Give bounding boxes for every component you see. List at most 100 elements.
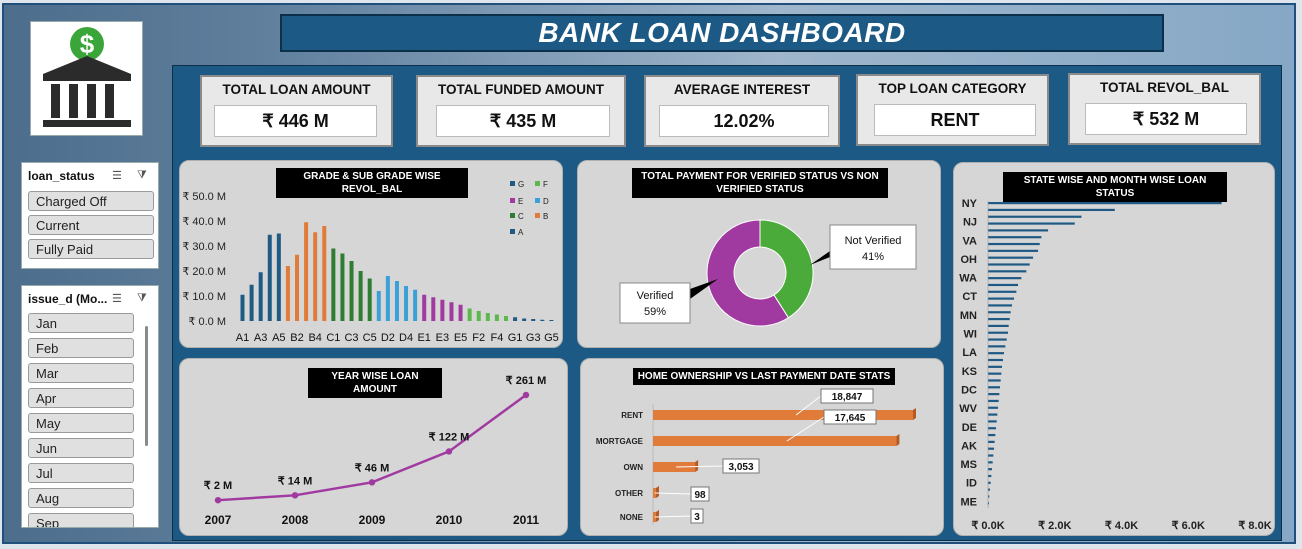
data-label: 3 bbox=[694, 512, 700, 523]
grade-bar bbox=[431, 297, 436, 321]
data-label: ₹ 14 M bbox=[278, 475, 313, 487]
slicer-item-sep[interactable]: Sep bbox=[28, 513, 134, 527]
state-bar bbox=[988, 208, 1115, 212]
grade-bar bbox=[485, 313, 490, 321]
state-bar bbox=[988, 256, 1034, 259]
slicer-item-jul[interactable]: Jul bbox=[28, 463, 134, 483]
grade-bar bbox=[295, 254, 300, 321]
x-tick-label: F2 bbox=[472, 332, 485, 344]
grade-bar bbox=[276, 233, 281, 321]
bar-side bbox=[656, 510, 659, 522]
data-point bbox=[291, 492, 299, 499]
data-label: 3,053 bbox=[728, 462, 753, 473]
y-tick-label: WA bbox=[959, 273, 977, 285]
y-tick-label: NJ bbox=[963, 217, 977, 229]
loan-status-slicer: loan_status ☰ ⧩ Charged Off Current Full… bbox=[21, 162, 159, 269]
clear-filter-icon[interactable]: ⧩ bbox=[137, 292, 151, 304]
state-bar bbox=[988, 386, 1001, 389]
y-tick-label: DC bbox=[961, 384, 977, 396]
slicer-item-jun[interactable]: Jun bbox=[28, 438, 134, 458]
x-tick-label: 2009 bbox=[359, 513, 386, 527]
slicer-item-jan[interactable]: Jan bbox=[28, 313, 134, 333]
state-bar bbox=[988, 420, 997, 423]
legend-label: F bbox=[543, 180, 548, 189]
state-bar bbox=[988, 447, 995, 450]
grade-bar-chart: ₹ 0.0 M ₹ 10.0 M ₹ 20.0 M ₹ 30.0 M ₹ 40.0 M ₹… bbox=[182, 180, 558, 344]
y-tick-label: MN bbox=[960, 310, 977, 322]
x-tick-label: G3 bbox=[526, 332, 541, 344]
x-tick-label: ₹ 6.0K bbox=[1172, 520, 1205, 532]
y-tick-label: ₹ 50.0 M bbox=[182, 191, 226, 203]
kpi-total-funded-amount: TOTAL FUNDED AMOUNT ₹ 435 M bbox=[416, 75, 626, 147]
state-bar bbox=[988, 468, 993, 471]
legend-label: B bbox=[543, 212, 548, 221]
verified-donut-chart: Not Verified 41% Verified 59% bbox=[619, 219, 917, 327]
y-tick-label: WI bbox=[964, 329, 977, 341]
state-bar bbox=[988, 345, 1006, 348]
state-bar bbox=[988, 379, 1001, 382]
kpi-label: TOP LOAN CATEGORY bbox=[878, 81, 1027, 96]
clear-filter-icon[interactable]: ⧩ bbox=[137, 169, 151, 181]
slicer-item-feb[interactable]: Feb bbox=[28, 338, 134, 358]
y-tick-label: OH bbox=[961, 254, 978, 266]
y-tick-label: ME bbox=[961, 496, 978, 508]
grade-bar bbox=[458, 304, 463, 321]
grade-bar bbox=[340, 253, 345, 321]
legend-swatch bbox=[510, 181, 515, 186]
grade-bar bbox=[476, 311, 481, 321]
legend-swatch bbox=[510, 229, 515, 234]
grade-bar bbox=[267, 234, 272, 321]
x-tick-label: E5 bbox=[454, 332, 467, 344]
slicer-item-apr[interactable]: Apr bbox=[28, 388, 134, 408]
callout-pointer bbox=[810, 251, 830, 265]
y-tick-label: OTHER bbox=[615, 489, 643, 498]
home-bar-chart: RENT 18,847 MORTGAGE 17,645 OWN 3,053 OTHER 98 N… bbox=[596, 388, 916, 525]
home-chart-panel: HOME OWNERSHIP VS LAST PAYMENT DATE STAT… bbox=[580, 358, 944, 536]
state-chart-panel: STATE WISE AND MONTH WISE LOAN STATUS NY… bbox=[953, 162, 1275, 536]
year-chart-panel: YEAR WISE LOAN AMOUNT ₹ 2 M 2007 ₹ 14 M 200… bbox=[179, 358, 568, 536]
slicer-scrollbar[interactable] bbox=[145, 326, 148, 446]
state-bar bbox=[988, 440, 995, 443]
legend-label: A bbox=[518, 228, 524, 237]
slicer-item-mar[interactable]: Mar bbox=[28, 363, 134, 383]
y-tick-label: WV bbox=[959, 403, 977, 415]
grade-bar bbox=[313, 232, 318, 321]
state-bar bbox=[988, 317, 1010, 321]
grade-bar bbox=[376, 291, 381, 321]
y-tick-label: DE bbox=[962, 422, 977, 434]
grade-bar bbox=[513, 317, 518, 321]
state-bar bbox=[988, 249, 1039, 252]
y-tick-label: LA bbox=[962, 347, 977, 359]
x-tick-label: E1 bbox=[417, 332, 430, 344]
grade-bar bbox=[240, 294, 245, 321]
slicer-item-aug[interactable]: Aug bbox=[28, 488, 134, 508]
state-bar bbox=[988, 399, 999, 403]
multi-select-icon[interactable]: ☰ bbox=[112, 169, 126, 182]
slicer-item-may[interactable]: May bbox=[28, 413, 134, 433]
legend-label: G bbox=[518, 180, 524, 189]
grade-bar bbox=[349, 261, 354, 321]
grade-bar bbox=[394, 281, 399, 321]
bank-logo: $ bbox=[30, 21, 143, 136]
kpi-total-revol-bal: TOTAL REVOL_BAL ₹ 532 M bbox=[1068, 73, 1261, 145]
multi-select-icon[interactable]: ☰ bbox=[112, 292, 126, 305]
home-bar bbox=[653, 436, 897, 446]
x-tick-label: 2008 bbox=[282, 513, 309, 527]
grade-bar bbox=[467, 308, 472, 321]
y-tick-label: RENT bbox=[621, 411, 643, 420]
state-bar-chart: NY NJ VA OH WA CT MN WI LA KS DC WV DE AK MS ID ME ₹ 0.0K… bbox=[959, 198, 1271, 532]
grade-bar bbox=[522, 318, 527, 321]
slicer-item-current[interactable]: Current bbox=[28, 215, 154, 235]
grade-bar bbox=[404, 286, 409, 321]
state-bar bbox=[988, 236, 1042, 239]
bar-side bbox=[695, 460, 699, 472]
data-label: ₹ 2 M bbox=[204, 480, 232, 492]
x-tick-label: D2 bbox=[381, 332, 395, 344]
grade-bar bbox=[322, 226, 327, 321]
slicer-item-charged-off[interactable]: Charged Off bbox=[28, 191, 154, 211]
bank-dollar-icon: $ bbox=[43, 27, 131, 127]
state-bar bbox=[988, 406, 999, 409]
data-point bbox=[445, 448, 453, 455]
x-tick-label: ₹ 8.0K bbox=[1238, 520, 1271, 532]
slicer-item-fully-paid[interactable]: Fully Paid bbox=[28, 239, 154, 259]
